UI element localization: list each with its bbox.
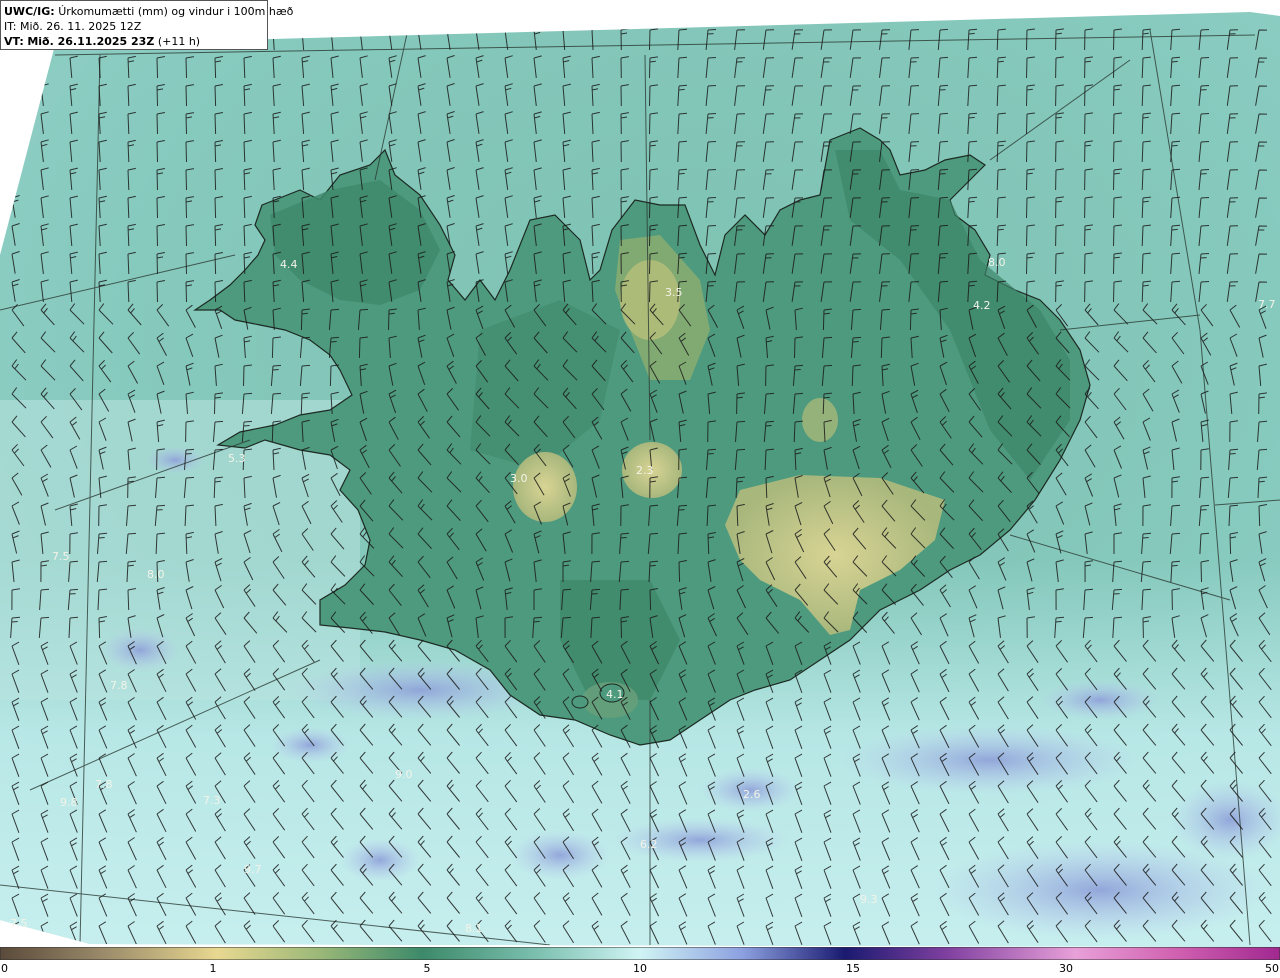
map-value: 3.5 [665, 286, 683, 299]
map-value: 2.6 [743, 788, 761, 801]
map-value: 7.5 [10, 917, 28, 930]
map-value: 5.3 [228, 452, 246, 465]
colorbar-tick: 10 [633, 962, 647, 975]
colorbar [0, 947, 1280, 960]
valid-label: VT: [4, 35, 24, 48]
map-value: 4.1 [606, 688, 624, 701]
map-value: 7.5 [52, 550, 70, 563]
map-value: 7.3 [203, 794, 221, 807]
map-description: Úrkomumætti (mm) og vindur i 100m hæð [58, 5, 294, 18]
model-name: UWC/IG: [4, 5, 55, 18]
map-value: 9.3 [860, 893, 878, 906]
map-value: 9.8 [60, 796, 78, 809]
map-value: 4.2 [973, 299, 991, 312]
valid-time: Mið. 26.11.2025 23Z [27, 35, 155, 48]
map-value: 8.1 [465, 922, 483, 935]
map-value: 6.2 [640, 838, 658, 851]
valid-offset: (+11 h) [157, 35, 201, 48]
colorbar-tick: 15 [846, 962, 860, 975]
colorbar-tick: 5 [423, 962, 431, 975]
map-value: 4.4 [280, 258, 298, 271]
map-value: 9.7 [244, 863, 262, 876]
init-time: IT: Mið. 26. 11. 2025 12Z [4, 20, 142, 33]
map-value: 7.7 [1258, 298, 1276, 311]
colorbar-tick: 50 [1265, 962, 1279, 975]
map-value: 9.0 [395, 768, 413, 781]
map-value: 3.0 [510, 472, 528, 485]
colorbar-tick: 0 [1, 962, 8, 975]
map-value: 2.3 [636, 464, 654, 477]
map-value: 7.8 [95, 778, 113, 791]
map-value: 8.0 [988, 256, 1006, 269]
colorbar-tick: 1 [209, 962, 217, 975]
map-value: 8.0 [147, 568, 165, 581]
colorbar-tick: 30 [1059, 962, 1073, 975]
map-title-box: UWC/IG: Úrkomumætti (mm) og vindur i 100… [0, 0, 293, 50]
map-value: 7.8 [110, 679, 128, 692]
precipitable-water-map: 4.4 3.5 8.0 4.2 7.7 5.3 3.0 2.3 7.5 8.0 … [0, 0, 1280, 947]
